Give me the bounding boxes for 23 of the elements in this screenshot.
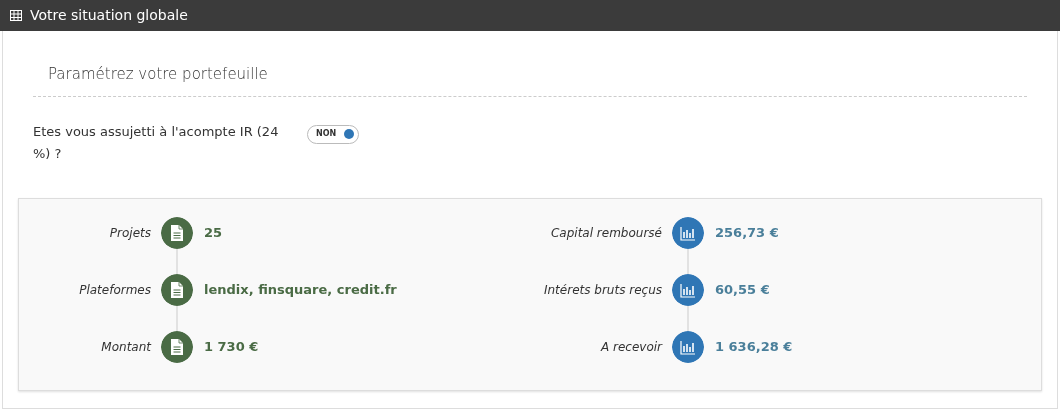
- stat-label: Projets: [108, 224, 152, 242]
- stat-label: Plateformes: [78, 281, 152, 299]
- bar-chart-icon: [672, 216, 704, 249]
- stat-value: 1 636,28 €: [714, 337, 793, 356]
- stat-label: Montant: [100, 338, 153, 356]
- stat-value: 25: [203, 223, 223, 242]
- stat-value: 1 730 €: [203, 337, 259, 356]
- table-icon: [10, 10, 22, 21]
- document-icon: [161, 273, 193, 306]
- section-title: Paramétrez votre portefeuille: [33, 63, 1027, 97]
- stat-value: 60,55 €: [714, 280, 770, 299]
- stat-value: 256,73 €: [714, 223, 779, 242]
- stat-label: Intérets bruts reçus: [542, 281, 663, 299]
- stat-value: lendix, finsquare, credit.fr: [203, 280, 397, 299]
- bar-chart-icon: [672, 273, 704, 306]
- bar-chart-icon: [672, 330, 704, 363]
- stat-label: Capital remboursé: [549, 224, 663, 242]
- document-icon: [161, 330, 193, 363]
- document-icon: [161, 216, 193, 249]
- panel-title: Votre situation globale: [30, 6, 188, 25]
- question-text: Etes vous assujetti à l'acompte IR (24 %) ?: [33, 122, 280, 163]
- stat-label: A recevoir: [599, 338, 664, 356]
- toggle-switch[interactable]: NON: [307, 124, 359, 144]
